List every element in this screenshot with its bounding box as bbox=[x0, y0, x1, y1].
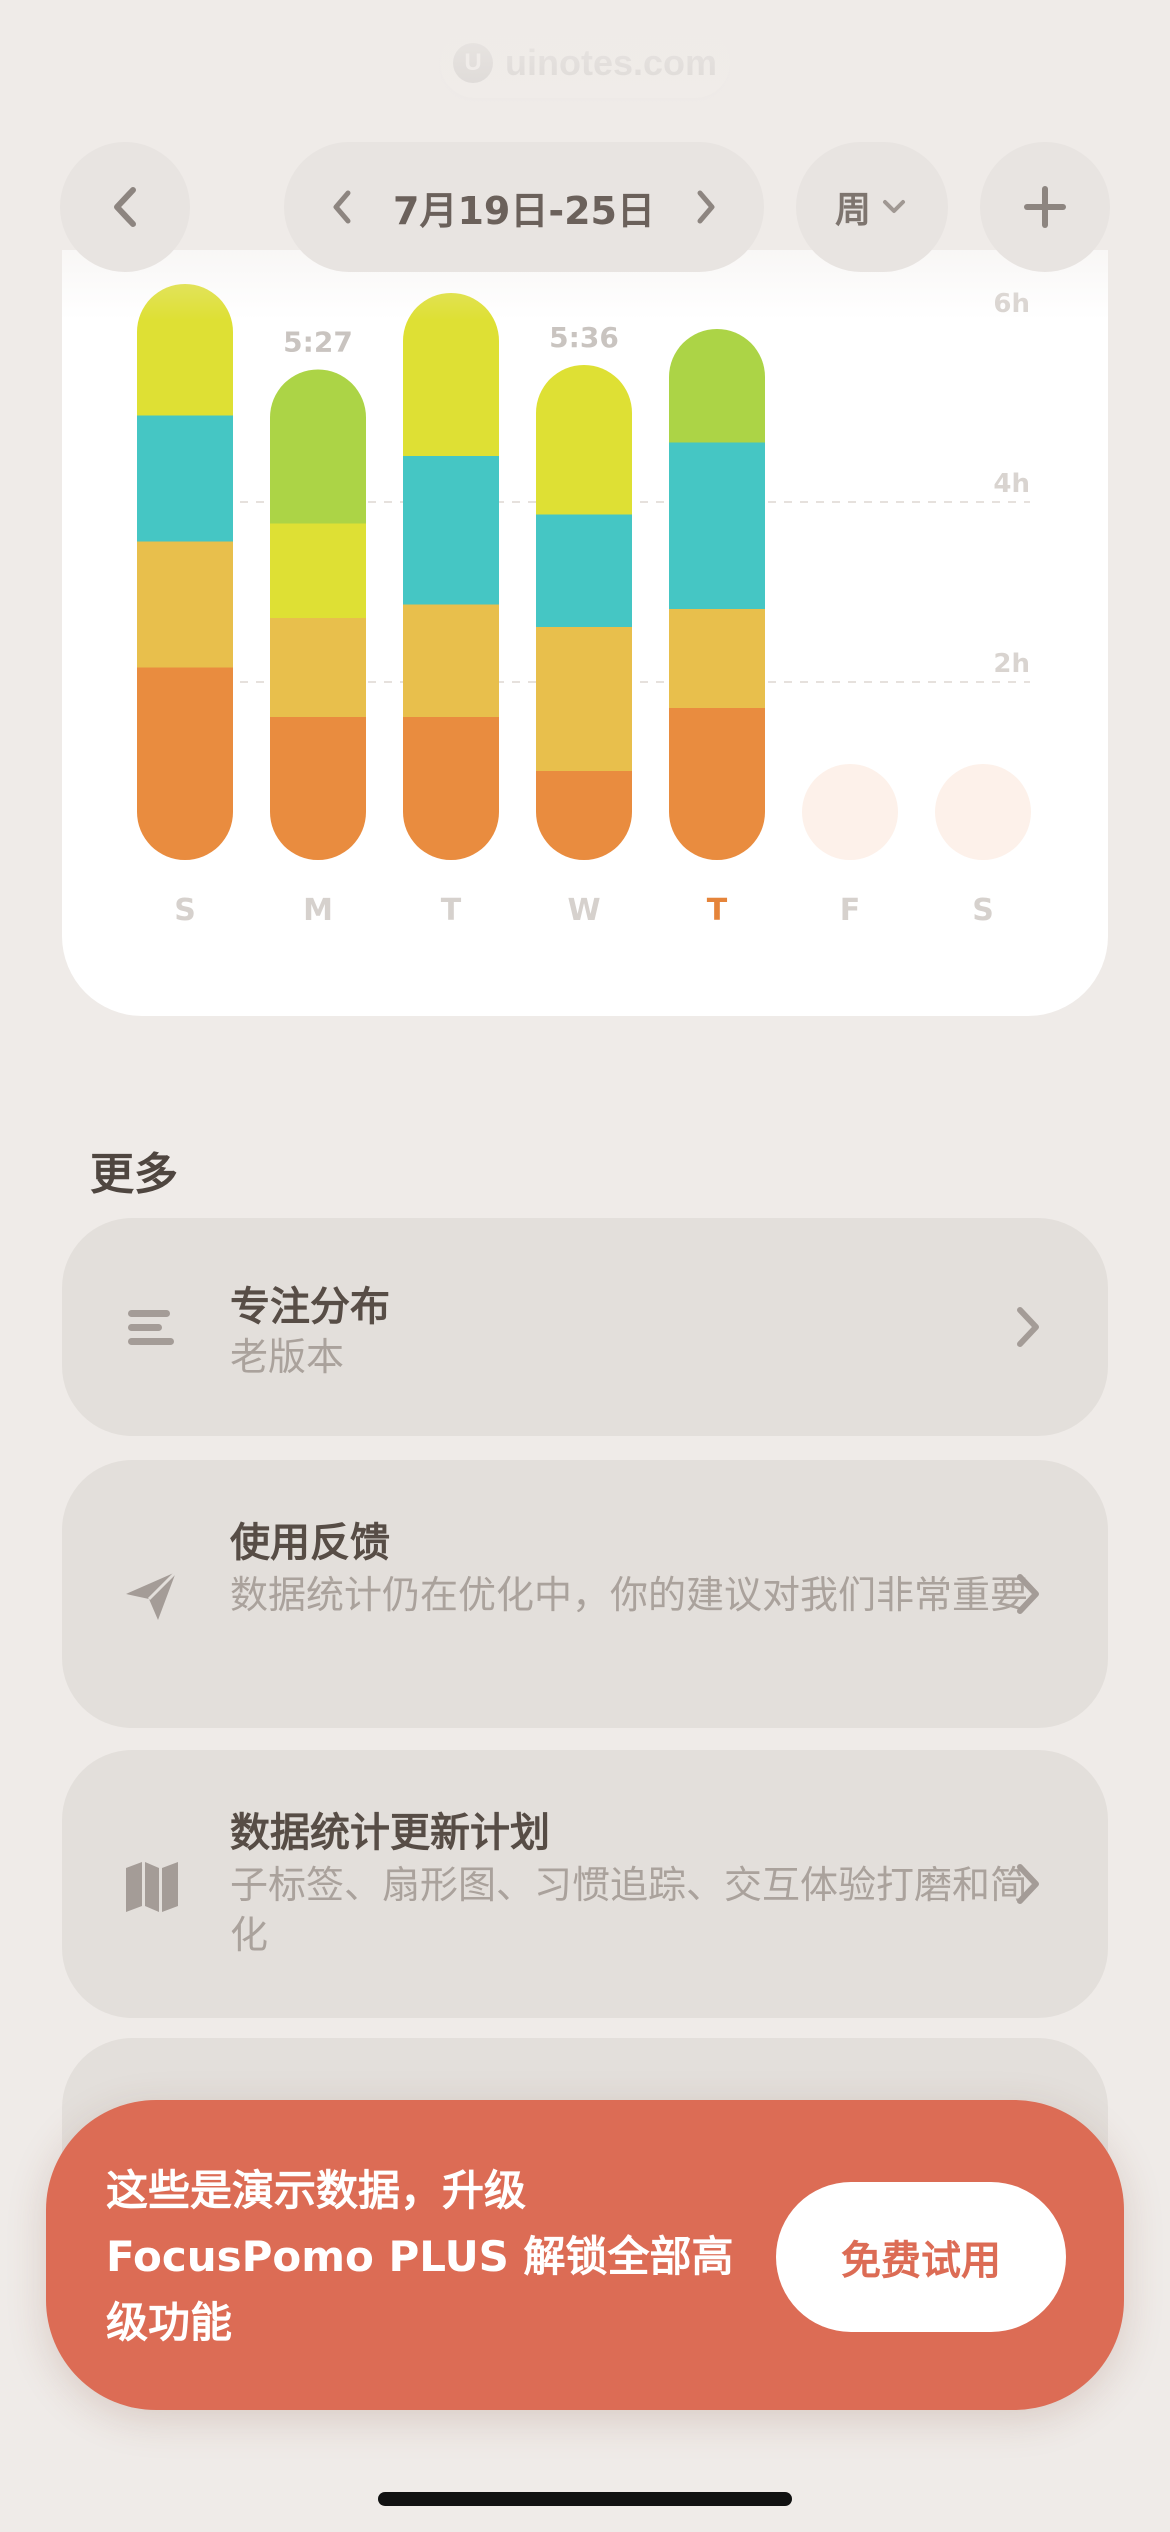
bar-segment bbox=[137, 284, 233, 416]
next-week-icon[interactable] bbox=[690, 187, 720, 227]
item-subtitle: 老版本 bbox=[230, 1335, 345, 1379]
plus-icon bbox=[1024, 186, 1066, 228]
empty-day-marker bbox=[935, 764, 1031, 860]
bar-segment bbox=[137, 540, 233, 668]
bar-segment bbox=[403, 603, 499, 717]
empty-day-marker bbox=[802, 764, 898, 860]
stacked-bar[interactable] bbox=[137, 284, 233, 861]
back-button[interactable] bbox=[60, 142, 190, 272]
list-item-focus-distribution[interactable]: 专注分布 老版本 bbox=[62, 1218, 1108, 1436]
more-section-title: 更多 bbox=[90, 1149, 178, 1200]
y-tick-label: 6h bbox=[993, 289, 1030, 319]
item-title: 专注分布 bbox=[230, 1284, 390, 1330]
bar-segment bbox=[536, 365, 632, 515]
chevron-right-icon bbox=[1017, 1574, 1039, 1614]
map-icon bbox=[126, 1862, 178, 1912]
bar-segment bbox=[403, 293, 499, 456]
period-dropdown[interactable]: 周 bbox=[796, 142, 948, 272]
chevron-left-icon bbox=[114, 187, 136, 227]
day-label: T bbox=[707, 893, 728, 928]
list-lines-icon bbox=[128, 1310, 174, 1345]
bar-segment bbox=[137, 666, 233, 860]
promo-text: 这些是演示数据，升级 FocusPomo PLUS 解锁全部高级功能 bbox=[106, 2166, 734, 2347]
item-title: 数据统计更新计划 bbox=[230, 1810, 550, 1856]
day-label: T bbox=[441, 893, 462, 928]
day-label: S bbox=[174, 893, 196, 928]
period-label: 周 bbox=[834, 190, 871, 231]
upgrade-promo-banner: 这些是演示数据，升级 FocusPomo PLUS 解锁全部高级功能 免费试用 bbox=[46, 2100, 1124, 2410]
list-item-update-plan[interactable]: 数据统计更新计划 子标签、扇形图、习惯追踪、交互体验打磨和简化 bbox=[62, 1750, 1108, 2018]
chevron-down-icon bbox=[883, 200, 905, 213]
bar-value-label: 5:27 bbox=[283, 326, 353, 359]
y-tick-label: 4h bbox=[993, 469, 1030, 499]
home-indicator bbox=[378, 2492, 792, 2506]
stacked-bar[interactable] bbox=[270, 369, 366, 862]
stacked-bar[interactable] bbox=[536, 365, 632, 861]
bar-segment bbox=[403, 716, 499, 860]
bar-segment bbox=[669, 329, 765, 443]
bar-segment bbox=[536, 513, 632, 627]
bar-segment bbox=[270, 716, 366, 860]
y-tick-label: 2h bbox=[993, 649, 1030, 679]
chevron-right-icon bbox=[1017, 1864, 1039, 1904]
stacked-bar[interactable] bbox=[669, 329, 765, 861]
bar-segment bbox=[669, 441, 765, 609]
paper-plane-icon bbox=[126, 1570, 178, 1620]
item-subtitle: 数据统计仍在优化中，你的建议对我们非常重要 bbox=[230, 1573, 1029, 1617]
previous-week-icon[interactable] bbox=[328, 187, 358, 227]
bar-segment bbox=[669, 608, 765, 708]
chevron-right-icon bbox=[1017, 1307, 1039, 1347]
week-range-label: 7月19日-25日 bbox=[393, 188, 655, 233]
free-trial-button[interactable]: 免费试用 bbox=[776, 2182, 1066, 2332]
list-item-feedback[interactable]: 使用反馈 数据统计仍在优化中，你的建议对我们非常重要 bbox=[62, 1460, 1108, 1728]
bar-segment bbox=[669, 707, 765, 860]
item-title: 使用反馈 bbox=[230, 1520, 390, 1566]
add-button[interactable] bbox=[980, 142, 1110, 272]
item-subtitle: 子标签、扇形图、习惯追踪、交互体验打磨和简化 bbox=[230, 1863, 1029, 1957]
bar-segment bbox=[137, 414, 233, 542]
week-selector: 7月19日-25日 bbox=[284, 142, 764, 272]
bar-segment bbox=[536, 626, 632, 771]
day-label: S bbox=[972, 893, 994, 928]
bar-segment bbox=[270, 522, 366, 618]
day-label: W bbox=[567, 893, 600, 928]
bar-segment bbox=[270, 369, 366, 524]
day-label: M bbox=[303, 893, 333, 928]
stacked-bar[interactable] bbox=[403, 293, 499, 861]
bar-segment bbox=[403, 455, 499, 605]
day-label: F bbox=[840, 893, 861, 928]
bar-segment bbox=[270, 617, 366, 717]
bar-segment bbox=[536, 770, 632, 860]
bar-value-label: 5:36 bbox=[549, 321, 619, 354]
